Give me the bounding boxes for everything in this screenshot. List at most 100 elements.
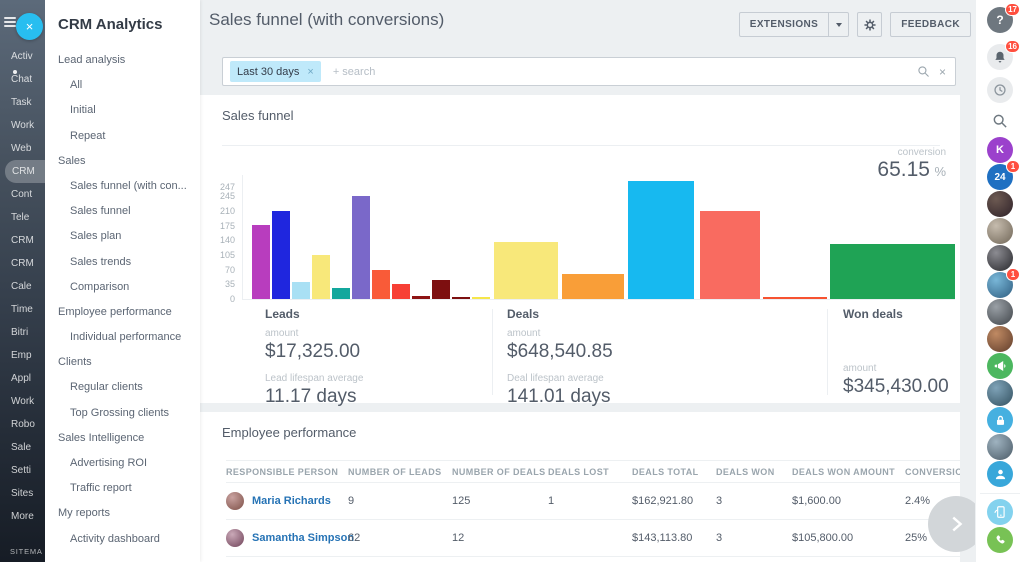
hamburger-menu-icon[interactable] <box>4 17 16 27</box>
sidebar-item-initial[interactable]: Initial <box>45 98 200 123</box>
rail-item-cale-10[interactable]: Cale <box>0 275 45 298</box>
stage-lifespan-label: Lead lifespan average <box>265 373 363 384</box>
profile-k-icon[interactable]: K <box>987 137 1013 163</box>
avatar[interactable] <box>987 434 1013 460</box>
sidebar-item-sales-intelligence[interactable]: Sales Intelligence <box>45 426 200 451</box>
funnel-bar-leads-1[interactable] <box>272 211 290 299</box>
sidebar-item-individual-performance[interactable]: Individual performance <box>45 325 200 350</box>
sidebar-item-top-grossing-clients[interactable]: Top Grossing clients <box>45 401 200 426</box>
y-tick-105: 105 <box>220 251 235 260</box>
sidebar-item-advertising-roi[interactable]: Advertising ROI <box>45 451 200 476</box>
stage-card-won-deals: Won dealsamount$345,430.00 <box>843 307 949 396</box>
chip-remove-icon[interactable]: × <box>307 66 313 78</box>
rail-item-robo-16[interactable]: Robo <box>0 413 45 436</box>
rail-item-activ-0[interactable]: Activ <box>0 45 45 68</box>
search-icon[interactable] <box>987 108 1013 134</box>
sidebar-item-comparison[interactable]: Comparison <box>45 275 200 300</box>
extensions-button[interactable]: EXTENSIONS <box>739 12 849 37</box>
sidebar-item-sales-funnel[interactable]: Sales funnel <box>45 199 200 224</box>
rail-item-work-15[interactable]: Work <box>0 390 45 413</box>
telephony-icon[interactable] <box>987 527 1013 553</box>
funnel-bar-leads-3[interactable] <box>312 255 330 299</box>
avatar[interactable] <box>987 218 1013 244</box>
rail-item-bitri-12[interactable]: Bitri <box>0 321 45 344</box>
funnel-bar-deals-12[interactable] <box>494 242 558 299</box>
rail-item-sites-19[interactable]: Sites <box>0 482 45 505</box>
funnel-bar-leads-4[interactable] <box>332 288 350 299</box>
cell-deals-total: $162,921.80 <box>632 495 716 507</box>
avatar[interactable] <box>987 191 1013 217</box>
cell-number-of-deals: 125 <box>452 495 548 507</box>
funnel-bar-leads-7[interactable] <box>392 284 410 299</box>
avatar[interactable] <box>987 245 1013 271</box>
rail-item-crm-8[interactable]: CRM <box>0 229 45 252</box>
search-icon[interactable] <box>917 65 930 78</box>
sidebar-item-employee-performance[interactable]: Employee performance <box>45 300 200 325</box>
sidebar-item-activity-dashboard[interactable]: Activity dashboard <box>45 527 200 552</box>
person-link[interactable]: Maria Richards <box>252 495 331 507</box>
funnel-bar-leads-10[interactable] <box>452 297 470 299</box>
security-icon[interactable] <box>987 407 1013 433</box>
divider <box>222 145 940 146</box>
person-link[interactable]: Samantha Simpson <box>252 532 354 544</box>
rail-item-chat-1[interactable]: Chat <box>0 68 45 91</box>
funnel-bar-leads-5[interactable] <box>352 196 370 299</box>
avatar[interactable] <box>987 326 1013 352</box>
rail-item-crm-9[interactable]: CRM <box>0 252 45 275</box>
sidebar-item-sales-funnel-with-con-[interactable]: Sales funnel (with con... <box>45 174 200 199</box>
funnel-bar-leads-8[interactable] <box>412 296 430 299</box>
history-icon[interactable] <box>987 77 1013 103</box>
funnel-bar-leads-9[interactable] <box>432 280 450 299</box>
sidebar-item-sales-trends[interactable]: Sales trends <box>45 250 200 275</box>
feedback-button[interactable]: FEEDBACK <box>890 12 971 37</box>
funnel-bar-deals-16[interactable] <box>763 297 827 299</box>
avatar[interactable] <box>987 299 1013 325</box>
sidebar-item-my-reports[interactable]: My reports <box>45 501 200 526</box>
rail-item-crm-5[interactable]: CRM <box>5 160 45 183</box>
rail-item-setti-18[interactable]: Setti <box>0 459 45 482</box>
sitemap-link[interactable]: SITEMA <box>10 547 43 556</box>
mobile-app-icon[interactable] <box>987 499 1013 525</box>
funnel-bar-deals-15[interactable] <box>700 211 760 299</box>
rail-item-tele-7[interactable]: Tele <box>0 206 45 229</box>
sidebar-item-traffic-report[interactable]: Traffic report <box>45 476 200 501</box>
help-icon[interactable]: ?17 <box>987 7 1013 33</box>
funnel-bar-deals-13[interactable] <box>562 274 624 299</box>
rail-item-emp-13[interactable]: Emp <box>0 344 45 367</box>
rail-item-sale-17[interactable]: Sale <box>0 436 45 459</box>
rail-item-appl-14[interactable]: Appl <box>0 367 45 390</box>
funnel-bar-won-deals-17[interactable] <box>830 244 955 299</box>
avatar[interactable] <box>987 380 1013 406</box>
funnel-bar-deals-14[interactable] <box>628 181 694 299</box>
announcements-icon[interactable] <box>987 353 1013 379</box>
funnel-bar-leads-0[interactable] <box>252 225 270 299</box>
funnel-bar-leads-11[interactable] <box>472 297 490 299</box>
employee-performance-title: Employee performance <box>222 425 356 440</box>
sidebar-item-all[interactable]: All <box>45 73 200 98</box>
settings-button[interactable] <box>857 12 882 37</box>
rail-item-time-11[interactable]: Time <box>0 298 45 321</box>
rail-item-more-20[interactable]: More <box>0 505 45 528</box>
bitrix24-icon[interactable]: 241 <box>987 164 1013 190</box>
clear-filter-icon[interactable]: × <box>939 66 946 78</box>
filter-search-bar[interactable]: Last 30 days × + search × <box>222 57 956 86</box>
rail-item-cont-6[interactable]: Cont <box>0 183 45 206</box>
rail-item-task-2[interactable]: Task <box>0 91 45 114</box>
rail-item-work-3[interactable]: Work <box>0 114 45 137</box>
funnel-bar-leads-6[interactable] <box>372 270 390 299</box>
extensions-dropdown-toggle[interactable] <box>828 13 848 36</box>
filter-chip-last-30-days[interactable]: Last 30 days × <box>230 61 321 82</box>
sidebar-item-regular-clients[interactable]: Regular clients <box>45 375 200 400</box>
funnel-bar-leads-2[interactable] <box>292 282 310 299</box>
sidebar-item-repeat[interactable]: Repeat <box>45 124 200 149</box>
sidebar-item-lead-analysis[interactable]: Lead analysis <box>45 48 200 73</box>
avatar[interactable]: 1 <box>987 272 1013 298</box>
notification-badge: 1 <box>1006 268 1020 281</box>
sidebar-item-sales[interactable]: Sales <box>45 149 200 174</box>
sidebar-item-sales-plan[interactable]: Sales plan <box>45 224 200 249</box>
collapse-menu-button[interactable]: × <box>16 13 43 40</box>
profile-icon[interactable] <box>987 461 1013 487</box>
sidebar-item-clients[interactable]: Clients <box>45 350 200 375</box>
rail-item-web-4[interactable]: Web <box>0 137 45 160</box>
notifications-icon[interactable]: 16 <box>987 44 1013 70</box>
